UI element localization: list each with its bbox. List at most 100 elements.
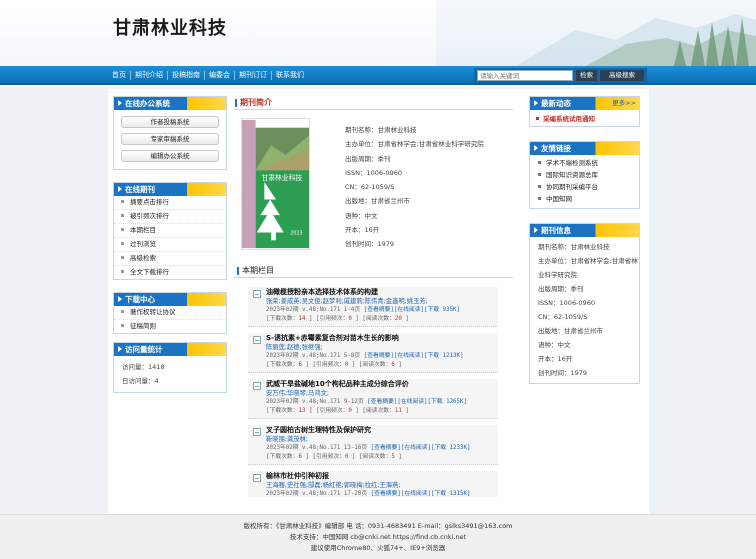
info-period: 出版周期：季刊 <box>345 154 391 163</box>
online-office-box: 在线办公系统 作者投稿系统 专家审稿系统 编辑办公系统 <box>113 96 227 170</box>
info-founded: 创刊时间：1979 <box>345 240 395 249</box>
info-place: 出版地：甘肃省兰州市 <box>345 197 410 206</box>
article-title[interactable]: S-诱抗素+赤霉素复合剂对苗木生长的影响 <box>266 333 498 343</box>
rinfo-language: 语种：中文 <box>538 341 571 349</box>
article-item: 叉子圆柏古树生理特性及保护研究 靳晓丽;龚茂林; 2023年02期 v.48;No.… <box>248 425 498 465</box>
triangle-icon <box>118 346 122 352</box>
article-links[interactable]: [查看摘要][在线阅读][下载 1265K] <box>367 399 467 405</box>
article-issue-info: 2023年02期 v.48;No.171 13-16页 [查看摘要][在线阅读]… <box>266 445 471 451</box>
footer-copyright: 版权所有：《甘肃林业科技》编辑部 电 话：0931-4683491 E-mail… <box>243 522 513 530</box>
article-title[interactable]: 叉子圆柏古树生理特性及保护研究 <box>266 425 498 435</box>
article-stats: [下载次数：6 ] [引用频次：0 ] [阅读次数：5 ] <box>266 453 402 460</box>
editor-office-button[interactable]: 编辑办公系统 <box>121 150 219 162</box>
article-icon <box>253 428 261 436</box>
article-links[interactable]: [查看摘要][在线阅读][下载 1213K] <box>364 353 464 359</box>
friendly-links-header: 友情链接 <box>530 142 639 155</box>
article-stats: [下载次数：6 ] [引用频次：0 ] [阅读次数：6 ] <box>266 361 402 368</box>
bullet-icon <box>121 310 124 313</box>
article-authors[interactable]: 靳晓丽;龚茂林; <box>266 435 498 444</box>
article-title[interactable]: 榆林市杜仲引种初报 <box>266 471 498 481</box>
article-issue-info: 2023年02期 v.48;No.171 5-8页 [查看摘要][在线阅读][下… <box>266 353 464 359</box>
news-item[interactable]: 采编系统试用通知 <box>530 110 639 126</box>
online-journal-header: 在线期刊 <box>114 183 226 196</box>
nav-journal-intro[interactable]: 期刊介绍 <box>131 71 168 80</box>
article-authors[interactable]: 王海骞;史社强;郜磊;杨红艳;郭晓梅;拉红;王海燕; <box>266 481 498 490</box>
site-header: 甘肃林业科技 <box>0 0 756 66</box>
journal-intro-panel: 甘肃林业科技 2023 期刊名称：甘肃林业科技 主办单位：甘肃省林学会;甘肃省林… <box>234 118 513 258</box>
nav-menu: 首页 期刊介绍 投稿指南 编委会 期刊订订 联系我们 <box>108 71 308 80</box>
author-submission-button[interactable]: 作者投稿系统 <box>121 116 219 128</box>
rinfo-format: 开本：16开 <box>538 355 573 363</box>
expert-review-button[interactable]: 专家审稿系统 <box>121 133 219 145</box>
visit-stats-box: 访问量统计 访问量：1418 日访问量：4 <box>113 342 227 393</box>
sidebar-item-current-issue[interactable]: 本期栏目 <box>114 224 226 238</box>
bullet-icon <box>121 270 124 273</box>
bullet-icon <box>121 200 124 203</box>
triangle-icon <box>118 186 122 192</box>
article-icon <box>253 336 261 344</box>
visit-stats-header: 访问量统计 <box>114 343 226 356</box>
article-item: 武威干旱盐碱地10个枸杞品种主成分综合评价 安万伟;华晓琴;马鸿文; 2023年02… <box>248 379 498 419</box>
sidebar-item-citation-rank[interactable]: 被引频次排行 <box>114 210 226 224</box>
article-stats: [下载次数：14 ] [引用频次：0 ] [阅读次数：20 ] <box>266 315 409 322</box>
info-name: 期刊名称：甘肃林业科技 <box>345 126 417 134</box>
journal-cover-image: 甘肃林业科技 2023 <box>241 118 310 250</box>
triangle-icon <box>118 296 122 302</box>
search-input[interactable] <box>477 70 573 81</box>
nav-subscribe[interactable]: 期刊订订 <box>235 71 272 80</box>
online-office-header: 在线办公系统 <box>114 97 226 110</box>
article-issue-info: 2023年02期 v.48;No.171 1-4页 [查看摘要][在线阅读][下… <box>266 307 461 313</box>
rinfo-cn: CN：62-1059/S <box>538 313 588 321</box>
more-link[interactable]: 更多>> <box>612 97 636 110</box>
article-issue-info: 2023年02期 v.48;No.171 9-12页 [查看摘要][在线阅读][… <box>266 399 468 405</box>
journal-info-box: 期刊信息 期刊名称：甘肃林业科技 主办单位：甘肃省林学会;甘肃省林业科学研究院 … <box>529 223 640 384</box>
rinfo-name: 期刊名称：甘肃林业科技 <box>538 243 610 251</box>
online-journal-box: 在线期刊 摘要点击排行 被引频次排行 本期栏目 过刊浏览 高级检索 全文下载排行 <box>113 182 227 280</box>
sidebar-item-download-rank[interactable]: 全文下载排行 <box>114 266 226 279</box>
bullet-icon <box>121 324 124 327</box>
nav-submission-guide[interactable]: 投稿指南 <box>168 71 205 80</box>
journal-info-list: 期刊名称：甘肃林业科技 主办单位：甘肃省林学会;甘肃省林业科学研究院 出版周期：… <box>345 123 484 252</box>
search-button[interactable]: 检索 <box>576 70 597 81</box>
left-sidebar: 在线办公系统 作者投稿系统 专家审稿系统 编辑办公系统 在线期刊 摘要点击排行 … <box>113 96 227 401</box>
article-item: 油橄榄授粉亲本选择技术体系的构建 张荣;姜成英;吴文俊;赵梦利;戚建莉;陈伟青;金… <box>248 287 498 327</box>
article-stats: [下载次数：13 ] [引用频次：0 ] [阅读次数：11 ] <box>266 407 409 414</box>
article-item: 榆林市杜仲引种初报 王海骞;史社强;郜磊;杨红艳;郭晓梅;拉红;王海燕; 2023年… <box>248 471 498 497</box>
article-links[interactable]: [查看摘要][在线阅读][下载 935K] <box>364 307 460 313</box>
latest-news-box: 最新动态 更多>> 采编系统试用通知 <box>529 96 640 127</box>
cover-year: 2023 <box>290 230 302 236</box>
article-links[interactable]: [查看摘要][在线阅读][下载 1233K] <box>371 445 471 451</box>
sidebar-item-past-issues[interactable]: 过刊浏览 <box>114 238 226 252</box>
rinfo-period: 出版周期：季刊 <box>538 285 584 293</box>
bullet-icon <box>121 228 124 231</box>
sidebar-item-abstract-rank[interactable]: 摘要点击排行 <box>114 196 226 210</box>
advanced-search-button[interactable]: 高级搜索 <box>600 70 644 81</box>
nav-contact[interactable]: 联系我们 <box>272 71 308 80</box>
article-list: 油橄榄授粉亲本选择技术体系的构建 张荣;姜成英;吴文俊;赵梦利;戚建莉;陈伟青;金… <box>248 287 498 497</box>
latest-news-header: 最新动态 更多>> <box>530 97 639 110</box>
bullet-icon <box>121 256 124 259</box>
article-title[interactable]: 武威干旱盐碱地10个枸杞品种主成分综合评价 <box>266 379 498 389</box>
bullet-icon <box>536 117 539 120</box>
site-title: 甘肃林业科技 <box>113 18 227 39</box>
article-authors[interactable]: 安万伟;华晓琴;马鸿文; <box>266 389 498 398</box>
article-links[interactable]: [查看摘要][在线阅读][下载 1315K] <box>371 491 471 497</box>
download-submission-rules[interactable]: 征稿简则 <box>114 320 226 333</box>
nav-editorial-board[interactable]: 编委会 <box>205 71 235 80</box>
article-title[interactable]: 油橄榄授粉亲本选择技术体系的构建 <box>266 287 498 297</box>
rinfo-founded: 创刊时间：1979 <box>538 369 588 377</box>
article-authors[interactable]: 陈丽莲;赵德;张继强; <box>266 343 498 352</box>
link-knowledge-resource[interactable]: 国际知识资源总库 <box>530 169 639 181</box>
heading-bar <box>235 99 237 107</box>
journal-info-header: 期刊信息 <box>530 224 639 237</box>
sidebar-item-advanced-search[interactable]: 高级检索 <box>114 252 226 266</box>
nav-home[interactable]: 首页 <box>108 71 131 80</box>
download-copyright-agreement[interactable]: 著作权转让协议 <box>114 306 226 320</box>
article-authors[interactable]: 张荣;姜成英;吴文俊;赵梦利;戚建莉;陈伟青;金鑫明;姚玉芳; <box>266 297 498 306</box>
link-cnki[interactable]: 中国知网 <box>530 193 639 205</box>
link-collab-platform[interactable]: 协同期刊采编平台 <box>530 181 639 193</box>
main-navbar: 首页 期刊介绍 投稿指南 编委会 期刊订订 联系我们 检索 高级搜索 <box>0 66 756 85</box>
info-format: 开本：16开 <box>345 226 380 235</box>
search-box: 检索 高级搜索 <box>474 68 647 83</box>
link-plagiarism-check[interactable]: 学术不端检测系统 <box>530 157 639 169</box>
